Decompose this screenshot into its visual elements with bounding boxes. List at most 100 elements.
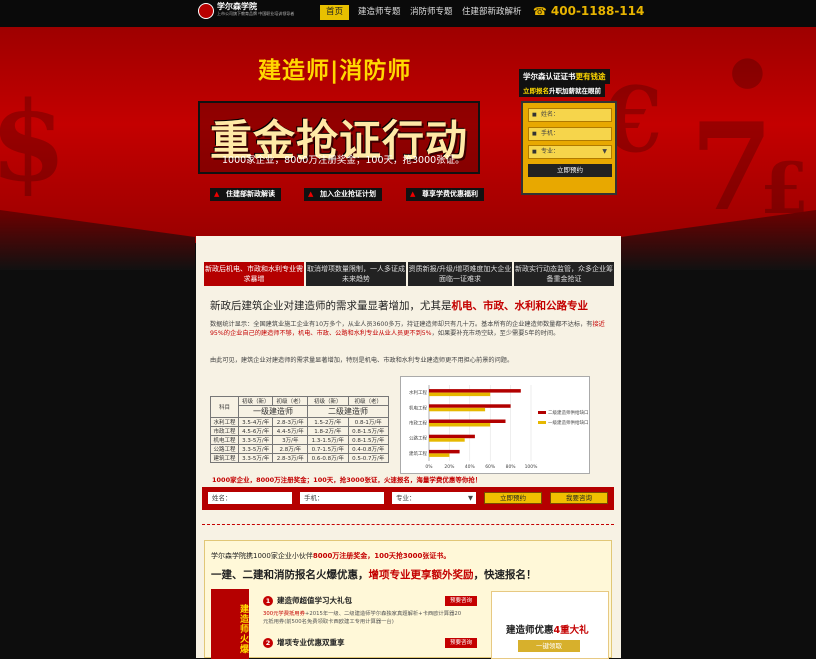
name-field[interactable]: 姓名： <box>528 108 612 122</box>
content-panel: 新政后机电、市政和水利专业需求暴增 取消增项数量限制，一人多证成未来趋势 资质新… <box>196 236 621 659</box>
y-tick-label: 公路工程 <box>409 435 427 442</box>
table-row: 公路工程 3.3-5万/年 2.8万/年 0.7-1.5万/年 0.4-0.8万/年 <box>210 444 389 454</box>
policy-link-button[interactable]: 住建部新政解读 <box>210 188 281 201</box>
section-title-a: 新政后建筑企业对建造师的需求量显著增加，尤其是 <box>210 300 452 312</box>
gift-item-2-consult-button[interactable]: 预要咨询 <box>445 638 478 648</box>
table-cell: 0.5-0.7万/年 <box>347 453 389 463</box>
chart-bar <box>429 453 450 457</box>
bottom-phone-field[interactable]: 手机： <box>300 492 384 504</box>
brand-logo[interactable]: 学尔森学院 上市公司旗下教育品牌 中国职业培训领导者 <box>198 1 294 25</box>
bottom-consult-button[interactable]: 我要咨询 <box>550 492 608 504</box>
dashed-divider <box>202 524 614 525</box>
major-select-label: 专业： <box>541 148 560 155</box>
signup-headline-b: 更有钱途 <box>575 72 606 81</box>
chart-bar <box>429 389 521 393</box>
table-cell: 公路工程 <box>210 444 239 454</box>
stats-text-c: ，如果要补充市场空缺，至少需要5年的时间。 <box>431 330 560 337</box>
table-cell: 3万/年 <box>272 435 309 445</box>
table-row: 机电工程 3.3-5万/年 3万/年 1.3-1.5万/年 0.8-1.5万/年 <box>210 435 389 445</box>
x-tick-label: 0% <box>425 464 433 470</box>
gift-item-1: 1 建造师超值学习大礼包 <box>263 595 352 606</box>
number-2-icon: 2 <box>263 638 273 648</box>
bottom-reserve-button[interactable]: 立即预约 <box>484 492 542 504</box>
signup-form: 姓名： 手机： 专业： ▼ 立即预约 <box>521 101 617 195</box>
section-title: 新政后建筑企业对建造师的需求量显著增加，尤其是机电、市政、水利和公路专业 <box>210 298 588 313</box>
signup-headline: 学尔森认证证书更有钱途 <box>519 69 610 84</box>
table-cell: 2.8-3万/年 <box>272 453 309 463</box>
gift-item-1-desc: 300元学费抵用券+2015年一级、二级建造师学尔森独家真题解析+卡西欧计算器2… <box>263 610 463 626</box>
gift-title: 建造师优惠4重大礼 <box>506 622 589 636</box>
table-cell: 0.7-1.5万/年 <box>307 444 349 454</box>
gift-title-b: 4重大礼 <box>553 625 589 636</box>
top-nav-bar: 学尔森学院 上市公司旗下教育品牌 中国职业培训领导者 首页 建造师专题 消防师专… <box>0 0 816 27</box>
y-tick-label: 水利工程 <box>409 389 427 396</box>
chevron-down-icon: ▼ <box>468 494 473 502</box>
tab-qualification[interactable]: 资质新报/升级/增项难度加大企业面临一证难求 <box>408 262 512 286</box>
promo-line-2a: 一建、二建和消防报名火爆优惠， <box>211 569 369 581</box>
signup-subline-a: 立即报名 <box>523 87 549 95</box>
reserve-button[interactable]: 立即预约 <box>528 164 612 177</box>
legend-item: 二级建造师供给缺口 <box>538 409 589 419</box>
chart-bar <box>429 449 460 454</box>
table-group-first-level: 一级建造师 <box>237 405 309 418</box>
table-header-cell: 初级（新） <box>237 396 274 406</box>
table-cell: 0.8-1.5万/年 <box>347 426 389 436</box>
logo-mark-icon <box>198 3 214 19</box>
dollar-decor-icon: $ <box>0 77 67 206</box>
promo-line-1a: 学尔森学院携1000家企业小伙伴 <box>211 552 313 560</box>
hero-banner: $ € 7 £ ● 建造师|消防师 重金抢证行动 1000家企业，8000万注册… <box>0 27 816 243</box>
join-plan-button[interactable]: 加入企业抢证计划 <box>304 188 382 201</box>
chart-bar <box>429 407 486 412</box>
gift-title-a: 建造师优惠 <box>506 625 554 636</box>
table-cell: 0.8-1.5万/年 <box>347 435 389 445</box>
table-cell: 1.5-2万/年 <box>307 417 349 427</box>
phone-number: 400-1188-114 <box>550 4 645 18</box>
tab-multi-cert[interactable]: 取消增项数量限制，一人多证成未来趋势 <box>306 262 406 286</box>
major-select[interactable]: 专业： ▼ <box>528 145 612 159</box>
gift-card: 建造师优惠4重大礼 一键领取 <box>491 591 609 659</box>
gift-item-1-desc-a: 300元学费抵用券 <box>263 611 305 617</box>
table-cell: 0.8-1万/年 <box>347 417 389 427</box>
salary-table: 科目 初级（新） 初级（老） 初级（新） 初级（老） 一级建造师 二级建造师 水利工程 3.… <box>210 396 389 463</box>
bottom-name-field[interactable]: 姓名： <box>208 492 292 504</box>
chevron-down-icon: ▼ <box>602 148 607 155</box>
phone-field[interactable]: 手机： <box>528 127 612 141</box>
table-cell: 1.3-1.5万/年 <box>307 435 349 445</box>
hero-description: 1000家企业，8000万注册奖金；100天，抢3000张证。 <box>222 155 465 166</box>
stats-text-a: 数据统计显示：全国建筑业施工企业有10万多个，从业人员3600多万，持证建造师却… <box>210 321 593 328</box>
chart-bar <box>429 438 465 442</box>
legend-label: 二级建造师供给缺口 <box>548 411 589 416</box>
table-cell: 0.6-0.8万/年 <box>307 453 349 463</box>
table-row: 水利工程 3.5-4万/年 2.8-3万/年 1.5-2万/年 0.8-1万/年 <box>210 417 389 427</box>
bottom-major-select[interactable]: 专业： ▼ <box>392 492 476 504</box>
x-tick-label: 80% <box>506 464 517 470</box>
chart-bar <box>429 404 511 408</box>
table-cell: 2.8万/年 <box>272 444 309 454</box>
nav-fire[interactable]: 消防师专题 <box>404 5 459 20</box>
nav-constructor[interactable]: 建造师专题 <box>352 5 407 20</box>
chart-legend: 二级建造师供给缺口 一级建造师供给缺口 <box>538 409 589 429</box>
stats-paragraph: 数据统计显示：全国建筑业施工企业有10万多个，从业人员3600多万，持证建造师却… <box>210 320 605 338</box>
y-tick-label: 建筑工程 <box>409 450 427 457</box>
gift-item-1-title: 建造师超值学习大礼包 <box>277 596 352 605</box>
table-cell: 建筑工程 <box>210 453 239 463</box>
tab-supervision[interactable]: 新政实行动态监管，众多企业筹备重金抢证 <box>514 262 614 286</box>
table-cell: 3.3-5万/年 <box>237 453 274 463</box>
claim-gift-button[interactable]: 一键领取 <box>518 640 580 652</box>
gift-item-1-consult-button[interactable]: 预要咨询 <box>445 596 478 606</box>
bottom-signup-form: 姓名： 手机： 专业： ▼ 立即预约 我要咨询 <box>202 487 614 510</box>
table-header-cell: 初级（老） <box>347 396 389 406</box>
nav-home[interactable]: 首页 <box>320 5 350 20</box>
table-cell: 3.3-5万/年 <box>237 435 274 445</box>
table-cell: 4.4-5万/年 <box>272 426 309 436</box>
tuition-benefit-button[interactable]: 尊享学费优惠福利 <box>406 188 484 201</box>
tab-demand[interactable]: 新政后机电、市政和水利专业需求暴增 <box>204 262 304 286</box>
gift-item-2: 2 增项专业优惠双重享 <box>263 637 345 648</box>
section-title-b: 机电、市政、水利和公路专业 <box>451 300 589 312</box>
legend-item: 一级建造师供给缺口 <box>538 419 589 429</box>
signup-headline-a: 学尔森认证证书 <box>523 72 576 81</box>
signup-subline: 立即报名升职加薪就在眼前 <box>519 83 605 97</box>
phone-icon: ☎ <box>533 5 547 18</box>
chart-bar <box>429 392 491 397</box>
nav-policy[interactable]: 住建部新政解析 <box>456 5 528 20</box>
